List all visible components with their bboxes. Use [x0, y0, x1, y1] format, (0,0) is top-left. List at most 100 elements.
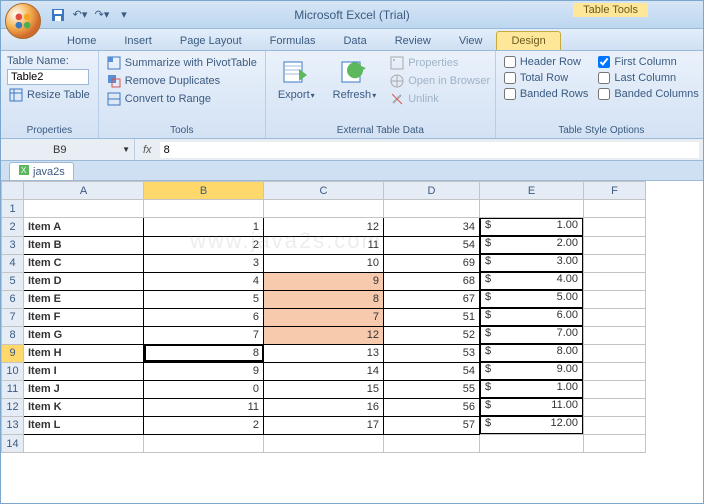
tab-view[interactable]: View: [445, 32, 497, 50]
cell[interactable]: 2: [144, 236, 264, 254]
cell[interactable]: 1: [144, 218, 264, 237]
redo-button[interactable]: ↷▾: [93, 6, 111, 24]
header-row-checkbox[interactable]: Header Row: [502, 55, 591, 69]
cell[interactable]: [584, 344, 646, 362]
column-header-A[interactable]: A: [24, 182, 144, 200]
cell[interactable]: [144, 435, 264, 453]
tab-formulas[interactable]: Formulas: [256, 32, 330, 50]
cell[interactable]: 10: [264, 254, 384, 272]
export-button[interactable]: Export: [272, 55, 321, 123]
cell[interactable]: Item B: [24, 236, 144, 254]
cell[interactable]: Item G: [24, 326, 144, 344]
row-header[interactable]: 1: [2, 200, 24, 218]
cell[interactable]: 9: [144, 362, 264, 380]
remove-duplicates-button[interactable]: Remove Duplicates: [105, 73, 259, 89]
cell[interactable]: [584, 290, 646, 308]
cell[interactable]: 8: [144, 344, 264, 362]
cell[interactable]: [584, 308, 646, 326]
cell[interactable]: 52: [384, 326, 480, 344]
row-header[interactable]: 2: [2, 218, 24, 237]
cell[interactable]: [584, 254, 646, 272]
cell[interactable]: $9.00: [480, 362, 583, 380]
tab-design[interactable]: Design: [496, 31, 560, 50]
workbook-tab[interactable]: X java2s: [9, 162, 74, 180]
namebox-dropdown-icon[interactable]: ▼: [122, 145, 130, 154]
cell[interactable]: 11: [264, 236, 384, 254]
formula-input[interactable]: [160, 142, 699, 158]
row-header[interactable]: 12: [2, 398, 24, 416]
cell[interactable]: $5.00: [480, 290, 583, 308]
table-properties-button[interactable]: Properties: [388, 55, 492, 71]
cell[interactable]: $11.00: [480, 398, 583, 416]
total-row-checkbox[interactable]: Total Row: [502, 71, 591, 85]
cell[interactable]: $1.00: [480, 380, 583, 398]
cell[interactable]: [24, 435, 144, 453]
cell[interactable]: [384, 200, 480, 218]
office-button[interactable]: [5, 3, 41, 39]
cell[interactable]: 12: [264, 218, 384, 237]
row-header[interactable]: 8: [2, 326, 24, 344]
cell[interactable]: 0: [144, 380, 264, 398]
cell[interactable]: $7.00: [480, 326, 583, 344]
cell[interactable]: [584, 398, 646, 416]
resize-table-button[interactable]: Resize Table: [7, 87, 92, 103]
cell[interactable]: 6: [144, 308, 264, 326]
select-all-cell[interactable]: [2, 182, 24, 200]
cell[interactable]: 11: [144, 398, 264, 416]
cell[interactable]: 57: [384, 416, 480, 435]
cell[interactable]: [264, 435, 384, 453]
cell[interactable]: 55: [384, 380, 480, 398]
convert-to-range-button[interactable]: Convert to Range: [105, 91, 259, 107]
cell[interactable]: 12: [264, 326, 384, 344]
save-button[interactable]: [49, 6, 67, 24]
cell[interactable]: Item I: [24, 362, 144, 380]
cell[interactable]: [584, 326, 646, 344]
open-in-browser-button[interactable]: Open in Browser: [388, 73, 492, 89]
tab-home[interactable]: Home: [53, 32, 110, 50]
cell[interactable]: $1.00: [480, 218, 583, 236]
cell[interactable]: 17: [264, 416, 384, 435]
row-header[interactable]: 3: [2, 236, 24, 254]
cell[interactable]: $2.00: [480, 236, 583, 254]
cell[interactable]: [584, 272, 646, 290]
cell[interactable]: [480, 200, 584, 218]
row-header[interactable]: 7: [2, 308, 24, 326]
cell[interactable]: $6.00: [480, 308, 583, 326]
cell[interactable]: 53: [384, 344, 480, 362]
cell[interactable]: 34: [384, 218, 480, 237]
cell[interactable]: 54: [384, 362, 480, 380]
unlink-button[interactable]: Unlink: [388, 91, 492, 107]
cell[interactable]: 3: [144, 254, 264, 272]
summarize-pivot-button[interactable]: Summarize with PivotTable: [105, 55, 259, 71]
column-header-E[interactable]: E: [480, 182, 584, 200]
cell[interactable]: 9: [264, 272, 384, 290]
cell[interactable]: [584, 362, 646, 380]
cell[interactable]: 14: [264, 362, 384, 380]
cell[interactable]: 7: [144, 326, 264, 344]
column-header-B[interactable]: B: [144, 182, 264, 200]
cell[interactable]: $8.00: [480, 344, 583, 362]
row-header[interactable]: 13: [2, 416, 24, 435]
row-header[interactable]: 11: [2, 380, 24, 398]
cell[interactable]: [584, 380, 646, 398]
cell[interactable]: [264, 200, 384, 218]
spreadsheet-grid[interactable]: ABCDEF 12Item A11234$1.003Item B21154$2.…: [1, 181, 703, 501]
cell[interactable]: [584, 435, 646, 453]
cell[interactable]: 69: [384, 254, 480, 272]
row-header[interactable]: 6: [2, 290, 24, 308]
cell[interactable]: [584, 200, 646, 218]
cell[interactable]: Item F: [24, 308, 144, 326]
tab-insert[interactable]: Insert: [110, 32, 166, 50]
fx-icon[interactable]: fx: [135, 144, 160, 156]
cell[interactable]: [144, 200, 264, 218]
row-header[interactable]: 14: [2, 435, 24, 453]
cell[interactable]: $12.00: [480, 416, 583, 434]
first-column-checkbox[interactable]: First Column: [596, 55, 700, 69]
undo-button[interactable]: ↶▾: [71, 6, 89, 24]
tab-page-layout[interactable]: Page Layout: [166, 32, 256, 50]
banded-columns-checkbox[interactable]: Banded Columns: [596, 87, 700, 101]
cell[interactable]: 67: [384, 290, 480, 308]
cell[interactable]: Item C: [24, 254, 144, 272]
cell[interactable]: Item D: [24, 272, 144, 290]
cell[interactable]: 51: [384, 308, 480, 326]
